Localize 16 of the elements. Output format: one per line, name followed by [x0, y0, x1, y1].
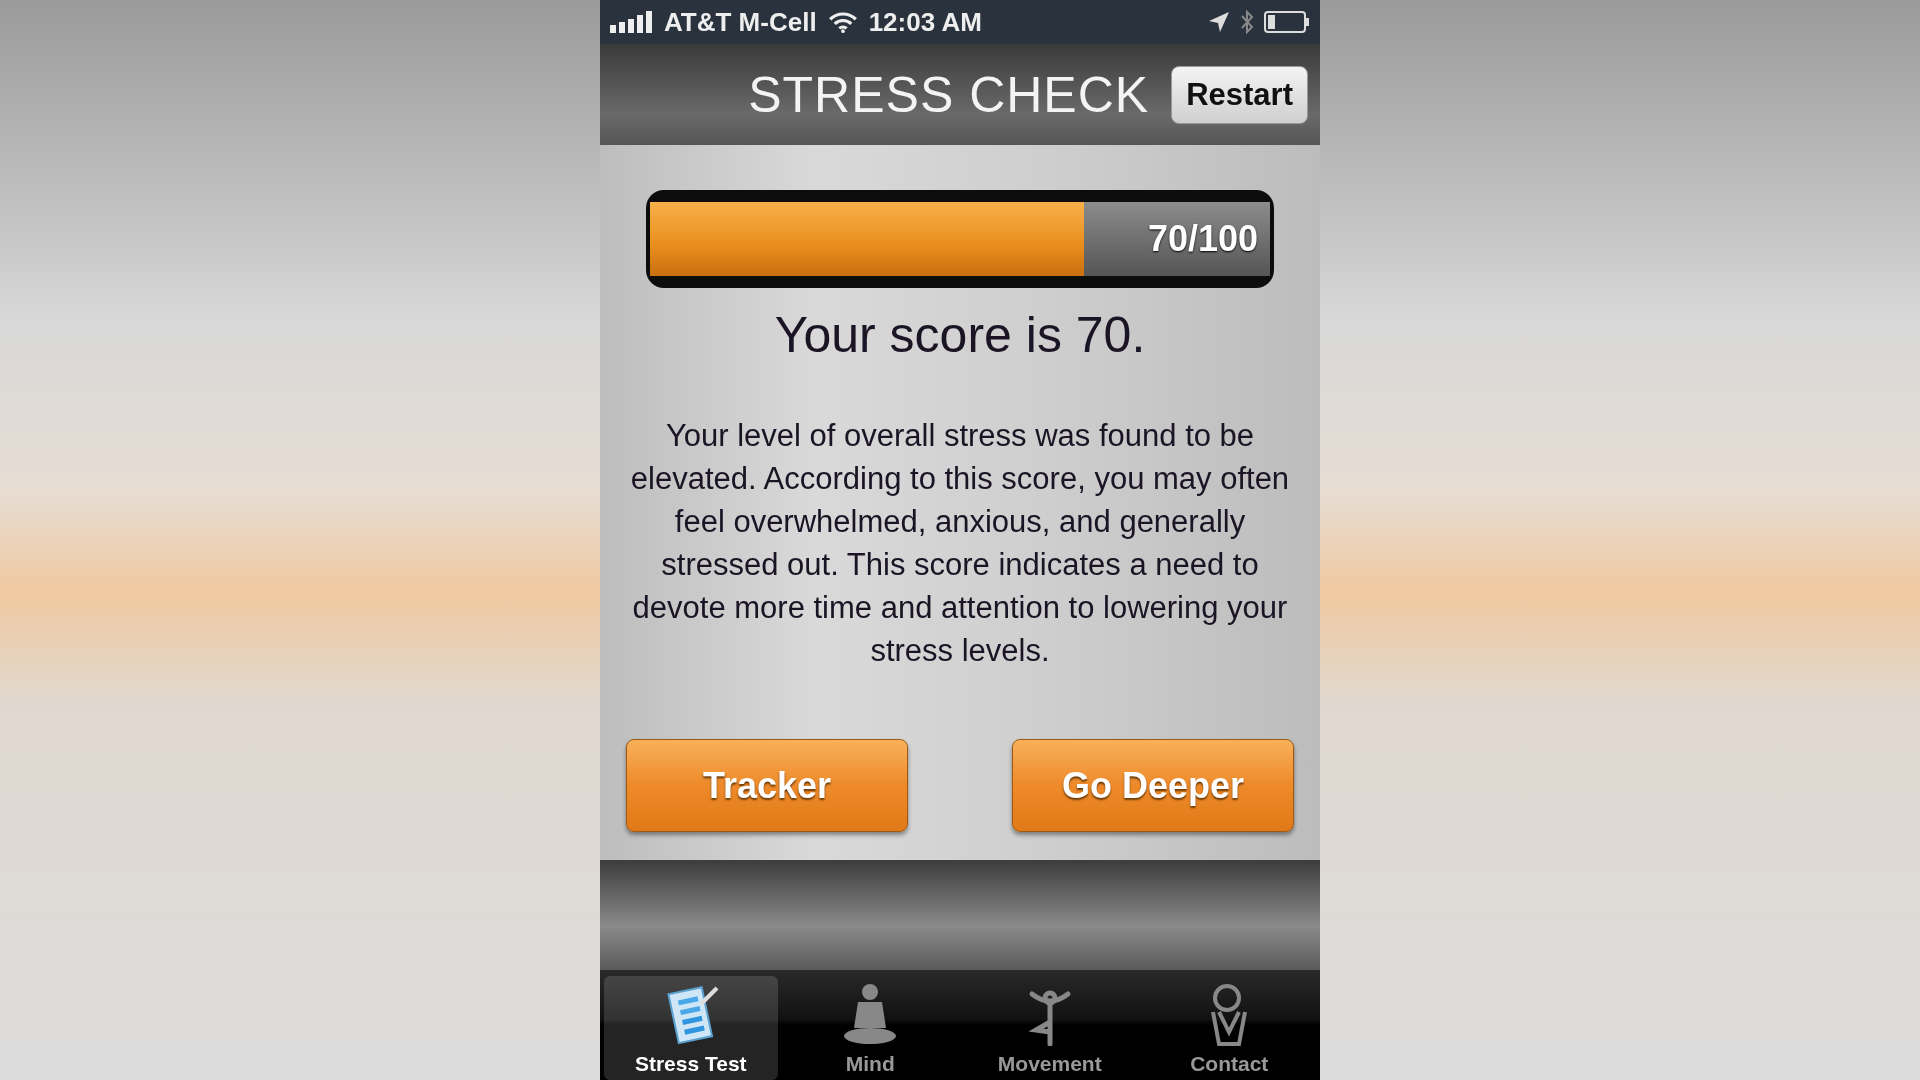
score-reading: 70/100 — [1147, 218, 1258, 260]
signal-icon — [610, 11, 654, 33]
location-arrow-icon — [1208, 11, 1230, 33]
status-time: 12:03 AM — [868, 6, 982, 38]
battery-icon — [1264, 11, 1310, 33]
result-description: Your level of overall stress was found to be elevated. According to this score, you may often feel overwhelmed, anxious, and generally stressed out. This score indicates a need to devote more time and attention to lowering your stress levels. — [629, 417, 1291, 670]
score-heading: Your score is 70. — [774, 306, 1146, 364]
tab-item[interactable]: Mind — [783, 976, 957, 1080]
carrier-name: AT&T M-Cell — [664, 6, 817, 38]
restart-button[interactable]: Restart — [1171, 65, 1308, 124]
tab-item[interactable]: Stress Test — [604, 976, 778, 1080]
tab-item[interactable]: Movement — [963, 976, 1137, 1080]
wifi-icon — [826, 11, 859, 33]
app-title: STRESS CHECK — [748, 65, 1150, 124]
tab-item[interactable]: Contact — [1142, 976, 1316, 1080]
bluetooth-icon — [1240, 9, 1254, 35]
